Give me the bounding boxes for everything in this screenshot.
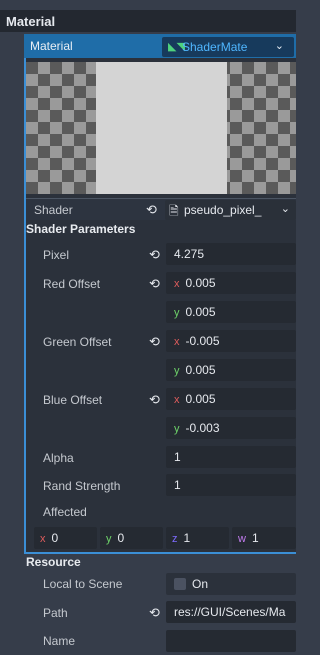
green-offset-y-value: 0.005 bbox=[185, 363, 216, 377]
axis-x-label: x bbox=[174, 336, 180, 348]
chevron-down-icon[interactable]: ⌄ bbox=[281, 202, 290, 215]
material-resource-picker[interactable]: ◣◥ ShaderMate ⌄ bbox=[162, 37, 294, 57]
axis-x-label: x bbox=[174, 394, 180, 406]
material-section-header[interactable]: Material bbox=[0, 10, 296, 32]
affected-x-field[interactable]: x0 bbox=[34, 527, 97, 549]
pixel-field[interactable]: 4.275 bbox=[166, 243, 296, 265]
shader-resource-picker[interactable]: 🗎 pseudo_pixel_ ⌄ bbox=[165, 200, 296, 220]
red-offset-x-field[interactable]: x 0.005 bbox=[166, 272, 296, 294]
pixel-value: 4.275 bbox=[174, 247, 205, 261]
shader-resource-name: pseudo_pixel_ bbox=[184, 203, 262, 217]
affected-w-value: 1 bbox=[251, 531, 259, 545]
shader-file-icon: 🗎 bbox=[169, 204, 179, 218]
material-property-label: Material bbox=[30, 39, 73, 53]
resource-header[interactable]: Resource bbox=[26, 555, 81, 569]
path-value: res://GUI/Scenes/Ma bbox=[174, 605, 286, 619]
axis-x-label: x bbox=[40, 533, 46, 545]
blue-offset-label: Blue Offset bbox=[43, 393, 103, 407]
rand-strength-label: Rand Strength bbox=[43, 479, 121, 493]
material-resource-name: ShaderMate bbox=[182, 40, 248, 54]
axis-x-label: x bbox=[174, 278, 180, 290]
material-section-title: Material bbox=[6, 14, 56, 29]
blue-offset-x-field[interactable]: x 0.005 bbox=[166, 388, 296, 410]
blue-offset-x-value: 0.005 bbox=[185, 392, 216, 406]
reset-icon[interactable]: ⟲ bbox=[149, 392, 160, 408]
blue-offset-y-value: -0.003 bbox=[185, 421, 220, 435]
affected-vector-field: x0 y0 z1 w1 bbox=[34, 527, 296, 549]
green-offset-x-field[interactable]: x -0.005 bbox=[166, 330, 296, 352]
axis-y-label: y bbox=[174, 365, 180, 377]
local-to-scene-value: On bbox=[192, 577, 209, 591]
reset-icon[interactable]: ⟲ bbox=[149, 334, 160, 350]
path-field[interactable]: res://GUI/Scenes/Ma bbox=[166, 601, 296, 623]
affected-z-value: 1 bbox=[183, 531, 191, 545]
alpha-value: 1 bbox=[174, 450, 181, 464]
axis-y-label: y bbox=[174, 307, 180, 319]
affected-w-field[interactable]: w1 bbox=[232, 527, 296, 549]
axis-w-label: w bbox=[238, 533, 246, 545]
alpha-label: Alpha bbox=[43, 451, 74, 465]
affected-x-value: 0 bbox=[51, 531, 59, 545]
blue-offset-y-field[interactable]: y -0.003 bbox=[166, 417, 296, 439]
red-offset-y-field[interactable]: y 0.005 bbox=[166, 301, 296, 323]
reset-icon[interactable]: ⟲ bbox=[149, 247, 160, 263]
reset-icon[interactable]: ⟲ bbox=[149, 605, 160, 621]
affected-y-field[interactable]: y0 bbox=[100, 527, 163, 549]
green-offset-x-value: -0.005 bbox=[185, 334, 220, 348]
axis-y-label: y bbox=[174, 423, 180, 435]
red-offset-x-value: 0.005 bbox=[185, 276, 216, 290]
chevron-down-icon[interactable]: ⌄ bbox=[275, 39, 284, 52]
local-to-scene-label: Local to Scene bbox=[43, 577, 123, 591]
path-label: Path bbox=[43, 606, 68, 620]
affected-z-field[interactable]: z1 bbox=[166, 527, 229, 549]
rand-strength-field[interactable]: 1 bbox=[166, 474, 296, 496]
affected-label: Affected bbox=[43, 505, 87, 519]
shader-label: Shader bbox=[34, 203, 73, 217]
reset-icon[interactable]: ⟲ bbox=[146, 202, 157, 218]
axis-y-label: y bbox=[106, 533, 112, 545]
alpha-field[interactable]: 1 bbox=[166, 446, 296, 468]
red-offset-y-value: 0.005 bbox=[185, 305, 216, 319]
affected-y-value: 0 bbox=[117, 531, 125, 545]
rand-strength-value: 1 bbox=[174, 478, 181, 492]
pixel-label: Pixel bbox=[43, 248, 70, 262]
material-preview-swatch bbox=[96, 62, 227, 194]
axis-z-label: z bbox=[172, 533, 178, 545]
name-label: Name bbox=[43, 634, 76, 648]
reset-icon[interactable]: ⟲ bbox=[149, 276, 160, 292]
green-offset-y-field[interactable]: y 0.005 bbox=[166, 359, 296, 381]
local-to-scene-checkbox[interactable]: On bbox=[166, 573, 296, 595]
green-offset-label: Green Offset bbox=[43, 335, 112, 349]
red-offset-label: Red Offset bbox=[43, 277, 101, 291]
shader-parameters-header[interactable]: Shader Parameters bbox=[26, 222, 135, 236]
name-field[interactable] bbox=[166, 630, 296, 652]
checkbox-unchecked-icon bbox=[174, 578, 186, 590]
